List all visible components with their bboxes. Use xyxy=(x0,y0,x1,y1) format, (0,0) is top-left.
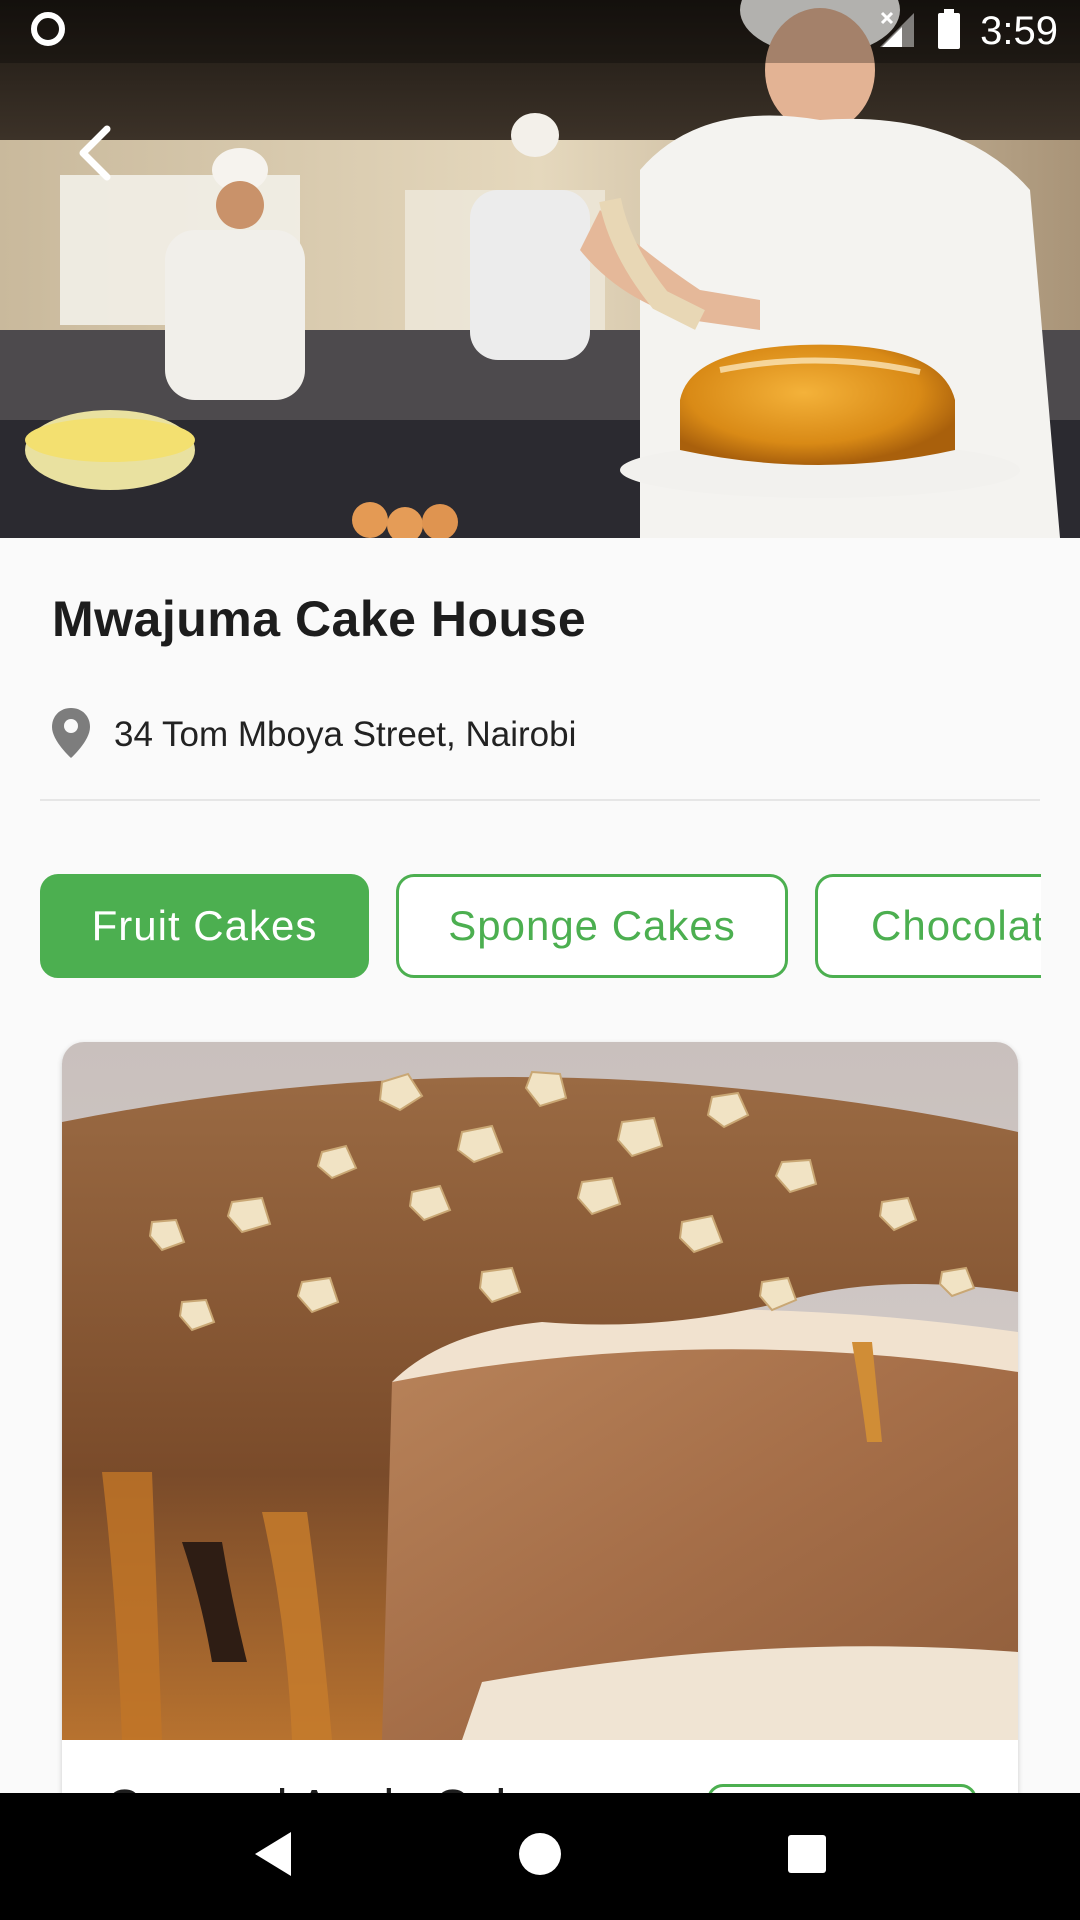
location-pin-icon xyxy=(50,706,92,765)
recents-square-icon xyxy=(787,1834,827,1879)
category-chip-chocolate[interactable]: Chocolate xyxy=(815,874,1041,978)
chevron-left-icon xyxy=(75,125,115,186)
no-signal-icon xyxy=(878,9,918,54)
battery-icon xyxy=(936,9,962,54)
home-circle-icon xyxy=(518,1832,562,1881)
nav-home-button[interactable] xyxy=(495,1812,585,1902)
nav-recents-button[interactable] xyxy=(762,1812,852,1902)
hero-image xyxy=(0,0,1080,538)
back-triangle-icon xyxy=(251,1829,295,1884)
category-chip-sponge-cakes[interactable]: Sponge Cakes xyxy=(396,874,788,978)
address-row: 34 Tom Mboya Street, Nairobi xyxy=(50,705,576,765)
nav-back-button[interactable] xyxy=(228,1812,318,1902)
status-bar: 3:59 xyxy=(0,0,1080,63)
category-chips[interactable]: Fruit Cakes Sponge Cakes Chocolate xyxy=(40,874,1041,980)
shop-address: 34 Tom Mboya Street, Nairobi xyxy=(114,715,577,754)
product-image xyxy=(62,1042,1018,1740)
category-chip-fruit-cakes[interactable]: Fruit Cakes xyxy=(40,874,369,978)
status-time: 3:59 xyxy=(980,9,1058,53)
navigation-bar xyxy=(0,1793,1080,1920)
back-button[interactable] xyxy=(60,120,130,190)
record-indicator-icon xyxy=(28,9,68,54)
screen: 3:59 Mwajuma Cake House 34 Tom Mboya Str… xyxy=(0,0,1080,1920)
shop-name: Mwajuma Cake House xyxy=(52,591,587,647)
product-card[interactable]: Caramel Apple Cake xyxy=(62,1042,1018,1862)
divider xyxy=(40,799,1040,801)
